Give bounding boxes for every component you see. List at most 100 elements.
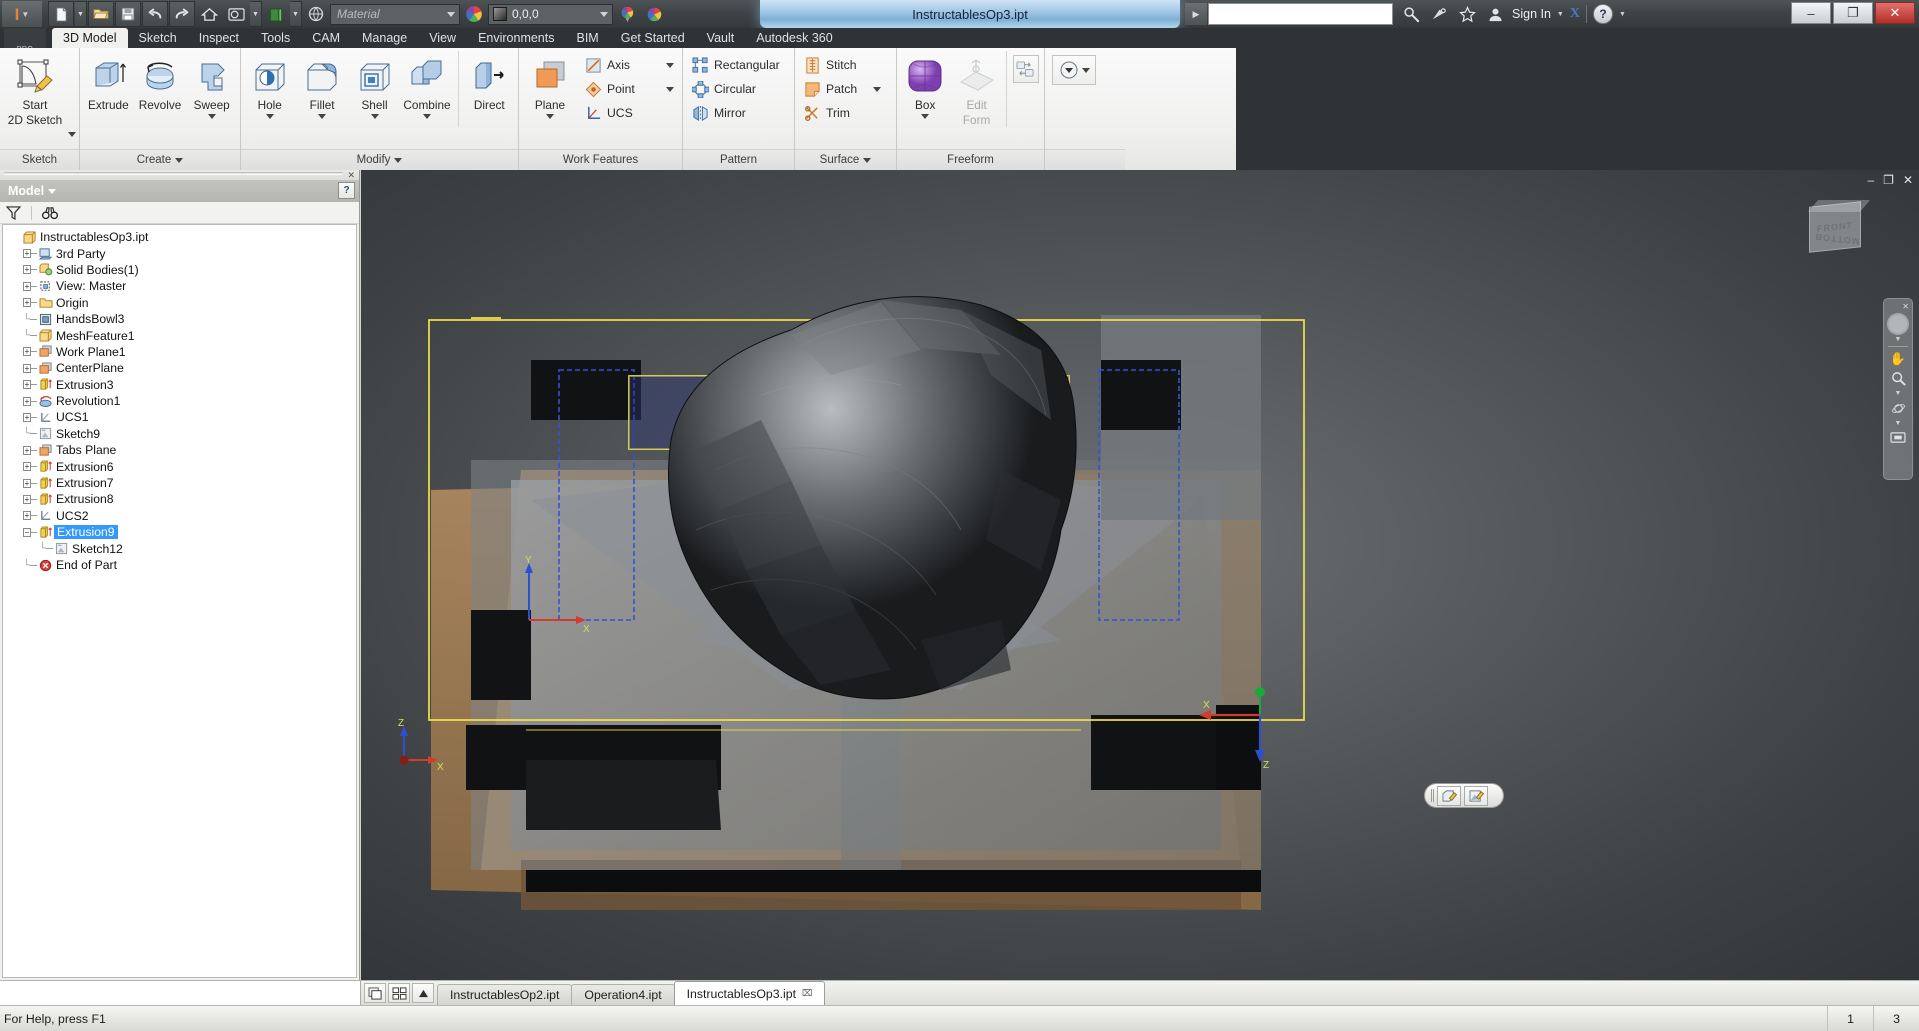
- material-combo[interactable]: Material: [330, 3, 460, 25]
- material-dropdown[interactable]: ▼: [290, 1, 302, 27]
- application-menu-button[interactable]: I ▼: [2, 1, 42, 27]
- panel-dropdown-icon[interactable]: [175, 157, 184, 163]
- appearance-combo[interactable]: 0,0,0: [488, 3, 613, 25]
- open-file-button[interactable]: [88, 1, 114, 27]
- shell-button[interactable]: Shell: [349, 51, 400, 119]
- plane-dropdown-icon[interactable]: [546, 114, 554, 119]
- tree-item-extrusion3[interactable]: + Extrusion3: [3, 377, 356, 393]
- chevron-down-icon[interactable]: ▼: [1557, 11, 1564, 18]
- expand-icon[interactable]: +: [23, 396, 37, 406]
- expand-icon[interactable]: +: [23, 412, 37, 422]
- tree-item-instructablesop3-ipt[interactable]: InstructablesOp3.ipt: [3, 229, 356, 245]
- browser-header[interactable]: Model ?: [0, 180, 359, 202]
- point-dropdown-icon[interactable]: [666, 86, 674, 92]
- circular-pattern-button[interactable]: Circular: [686, 77, 786, 101]
- favorites-star-icon[interactable]: [1456, 3, 1478, 25]
- tree-item-extrusion9[interactable]: − Extrusion9: [3, 524, 356, 540]
- color-wheel-2-button[interactable]: [614, 1, 640, 27]
- cascade-windows-icon[interactable]: [364, 983, 386, 1003]
- edit-extrude-icon[interactable]: [1437, 785, 1461, 806]
- start-2d-sketch-dropdown-icon[interactable]: [68, 132, 76, 137]
- collapse-icon[interactable]: −: [23, 527, 37, 537]
- sign-in-label[interactable]: Sign In: [1512, 7, 1551, 21]
- help-icon[interactable]: ?: [1592, 4, 1613, 24]
- tree-item-end-of-part[interactable]: └ End of Part: [3, 557, 356, 573]
- tree-item-3rd-party[interactable]: +3rd Party: [3, 245, 356, 261]
- chevron-down-icon[interactable]: [48, 188, 57, 194]
- hole-dropdown-icon[interactable]: [265, 114, 274, 119]
- expand-icon[interactable]: +: [23, 298, 37, 308]
- expand-icon[interactable]: +: [23, 363, 37, 373]
- undo-button[interactable]: [142, 1, 168, 27]
- doc-tab-operation4[interactable]: Operation4.ipt: [571, 984, 675, 1005]
- chevron-down-icon[interactable]: [1081, 67, 1090, 73]
- expand-icon[interactable]: +: [23, 281, 37, 291]
- tree-item-origin[interactable]: + Origin: [3, 295, 356, 311]
- in-canvas-mini-toolbar[interactable]: [1424, 783, 1504, 808]
- appearance-dropdown[interactable]: ▼: [250, 1, 262, 27]
- communication-center-icon[interactable]: [1428, 3, 1450, 25]
- tree-item-ucs2[interactable]: + UCS2: [3, 508, 356, 524]
- expand-icon[interactable]: +: [23, 511, 37, 521]
- tab-view[interactable]: View: [418, 28, 467, 48]
- box-button[interactable]: Box: [900, 51, 950, 119]
- stitch-button[interactable]: Stitch: [798, 53, 886, 77]
- 3d-viewport[interactable]: – ❐ ✕ FRONT BOTTOM ✕ ▼ ✋ ▼ ▼ Y X Z X X Z: [361, 170, 1919, 980]
- tree-item-meshfeature1[interactable]: └ MeshFeature1: [3, 327, 356, 343]
- expand-icon[interactable]: +: [23, 249, 37, 259]
- start-2d-sketch-button[interactable]: Start 2D Sketch: [3, 51, 67, 127]
- tree-item-solid-bodies-1[interactable]: + Solid Bodies(1): [3, 262, 356, 278]
- rectangular-pattern-button[interactable]: Rectangular: [686, 53, 786, 77]
- tile-windows-icon[interactable]: [388, 983, 410, 1003]
- expand-icon[interactable]: +: [23, 462, 37, 472]
- tab-bim[interactable]: BIM: [566, 28, 610, 48]
- doc-tab-instructablesop2[interactable]: InstructablesOp2.ipt: [437, 984, 573, 1005]
- revolve-button[interactable]: Revolve: [135, 51, 186, 112]
- tab-tools[interactable]: Tools: [250, 28, 301, 48]
- sweep-dropdown-icon[interactable]: [207, 114, 216, 119]
- tree-item-ucs1[interactable]: + UCS1: [3, 409, 356, 425]
- shell-dropdown-icon[interactable]: [370, 114, 379, 119]
- search-expand-button[interactable]: ▶: [1185, 3, 1207, 25]
- fillet-button[interactable]: Fillet: [296, 51, 347, 119]
- extrude-button[interactable]: Extrude: [83, 51, 134, 112]
- patch-dropdown-icon[interactable]: [873, 86, 881, 92]
- render-button[interactable]: [303, 1, 329, 27]
- browser-drag-grip[interactable]: ✕: [0, 170, 359, 180]
- tree-item-work-plane1[interactable]: + Work Plane1: [3, 344, 356, 360]
- point-button[interactable]: Point: [579, 77, 679, 101]
- tab-cam[interactable]: CAM: [301, 28, 351, 48]
- axis-button[interactable]: Axis: [579, 53, 679, 77]
- expand-icon[interactable]: +: [23, 478, 37, 488]
- tree-item-revolution1[interactable]: + Revolution1: [3, 393, 356, 409]
- expand-icon[interactable]: +: [23, 445, 37, 455]
- doc-tab-instructablesop3[interactable]: InstructablesOp3.ipt ⌧: [673, 981, 826, 1005]
- save-button[interactable]: [115, 1, 141, 27]
- tab-vault[interactable]: Vault: [696, 28, 746, 48]
- tree-item-extrusion8[interactable]: + Extrusion8: [3, 491, 356, 507]
- filter-icon[interactable]: [6, 205, 21, 220]
- tree-item-handsbowl3[interactable]: └ HandsBowl3: [3, 311, 356, 327]
- tab-manage[interactable]: Manage: [351, 28, 418, 48]
- expand-icon[interactable]: +: [23, 347, 37, 357]
- tree-item-extrusion7[interactable]: + Extrusion7: [3, 475, 356, 491]
- home-view-button[interactable]: [196, 1, 222, 27]
- mini-toolbar-grip[interactable]: [1431, 789, 1434, 802]
- search-input[interactable]: [1208, 3, 1393, 25]
- plane-button[interactable]: Plane: [522, 51, 578, 119]
- tree-item-view-master[interactable]: + View: Master: [3, 278, 356, 294]
- patch-button[interactable]: Patch: [798, 77, 886, 101]
- tree-item-tabs-plane[interactable]: + Tabs Plane: [3, 442, 356, 458]
- ucs-button[interactable]: UCS: [579, 101, 679, 125]
- tree-item-extrusion6[interactable]: + Extrusion6: [3, 458, 356, 474]
- close-button[interactable]: ✕: [1875, 2, 1915, 24]
- browser-help-button[interactable]: ?: [338, 182, 355, 199]
- user-account-icon[interactable]: [1484, 3, 1506, 25]
- expand-icon[interactable]: +: [23, 380, 37, 390]
- tree-item-sketch12[interactable]: └ Sketch12: [3, 540, 356, 556]
- fillet-dropdown-icon[interactable]: [318, 114, 327, 119]
- sweep-button[interactable]: Sweep: [186, 51, 237, 119]
- autodesk-exchange-icon[interactable]: X: [1570, 6, 1580, 22]
- color-wheel-3-button[interactable]: [641, 1, 667, 27]
- tree-item-centerplane[interactable]: + CenterPlane: [3, 360, 356, 376]
